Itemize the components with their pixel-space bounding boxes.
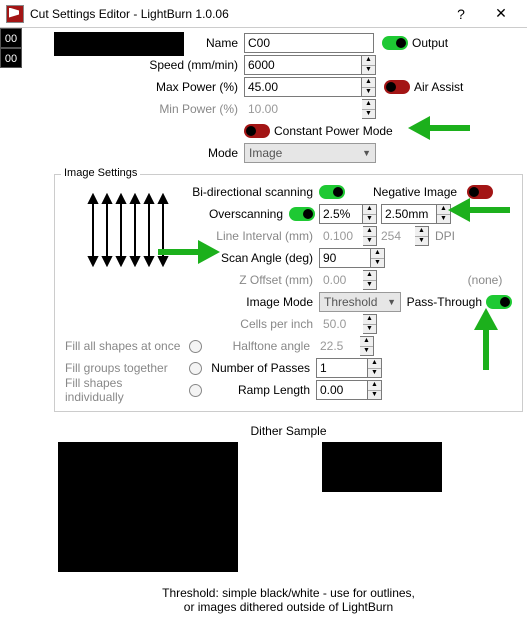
cpi-value: 50.0 <box>319 317 363 331</box>
fillshapes-label: Fill shapes individually <box>59 376 189 404</box>
dither-sample <box>54 442 523 582</box>
speed-spinner[interactable]: ▲▼ <box>362 55 376 75</box>
ramp-spinner[interactable]: ▲▼ <box>368 380 382 400</box>
negimg-label: Negative Image <box>373 185 463 199</box>
scan-direction-icon <box>87 193 177 267</box>
overscan-mm-input[interactable] <box>381 204 437 224</box>
scanangle-label: Scan Angle (deg) <box>189 251 319 265</box>
output-label: Output <box>412 36 448 50</box>
passes-spinner[interactable]: ▲▼ <box>368 358 382 378</box>
cpi-spinner: ▲▼ <box>363 314 377 334</box>
fillshapes-radio[interactable] <box>189 384 202 397</box>
passes-label: Number of Passes <box>202 361 316 375</box>
maxpower-label: Max Power (%) <box>144 80 244 94</box>
chevron-down-icon: ▼ <box>387 297 396 307</box>
speed-label: Speed (mm/min) <box>144 58 244 72</box>
minpower-label: Min Power (%) <box>144 102 244 116</box>
none-label: (none) <box>458 273 518 287</box>
layer-swatch[interactable]: 00 <box>0 48 22 68</box>
maxpower-spinner[interactable]: ▲▼ <box>362 77 376 97</box>
passthrough-toggle[interactable] <box>486 295 512 309</box>
fillall-label: Fill all shapes at once <box>59 339 189 353</box>
passthrough-label: Pass-Through <box>407 295 482 309</box>
help-button[interactable]: ? <box>441 6 481 22</box>
footer-line2: or images dithered outside of LightBurn <box>54 600 523 614</box>
minpower-value: 10.00 <box>244 102 362 116</box>
image-settings-legend: Image Settings <box>61 167 140 179</box>
passes-input[interactable] <box>316 358 368 378</box>
airassist-toggle[interactable] <box>384 80 410 94</box>
fillgroups-radio[interactable] <box>189 362 202 375</box>
zoffset-value: 0.00 <box>319 273 363 287</box>
dpi-spinner: ▲▼ <box>415 226 429 246</box>
scanangle-spinner[interactable]: ▲▼ <box>371 248 385 268</box>
ramp-input[interactable] <box>316 380 368 400</box>
close-button[interactable]: ✕ <box>481 5 521 22</box>
dither-title: Dither Sample <box>54 424 523 438</box>
zoffset-label: Z Offset (mm) <box>189 273 319 287</box>
name-input[interactable] <box>244 33 374 53</box>
overscan-mm-spinner[interactable]: ▲▼ <box>437 204 451 224</box>
lineint-spinner: ▲▼ <box>363 226 377 246</box>
name-label: Name <box>184 36 244 50</box>
halftone-spinner: ▲▼ <box>360 336 374 356</box>
dpi-value: 254 <box>381 229 415 243</box>
constant-power-label: Constant Power Mode <box>274 124 393 138</box>
imagemode-combo[interactable]: Threshold▼ <box>319 292 401 312</box>
ramp-label: Ramp Length <box>202 383 316 397</box>
lineint-value: 0.100 <box>319 229 363 243</box>
negimg-toggle[interactable] <box>467 185 493 199</box>
dpi-label: DPI <box>435 229 461 243</box>
constant-power-toggle[interactable] <box>244 124 270 138</box>
overscan-toggle[interactable] <box>289 207 315 221</box>
cpi-label: Cells per inch <box>189 317 319 331</box>
overscan-pct-input[interactable] <box>319 204 363 224</box>
chevron-down-icon: ▼ <box>362 148 371 158</box>
imagemode-label: Image Mode <box>189 295 319 309</box>
lineint-label: Line Interval (mm) <box>189 229 319 243</box>
output-toggle[interactable] <box>382 36 408 50</box>
zoffset-spinner: ▲▼ <box>363 270 377 290</box>
footer-line1: Threshold: simple black/white - use for … <box>54 586 523 600</box>
overscan-pct-spinner[interactable]: ▲▼ <box>363 204 377 224</box>
layer-swatch[interactable]: 00 <box>0 28 22 48</box>
scanangle-input[interactable] <box>319 248 371 268</box>
mode-label: Mode <box>184 146 244 160</box>
speed-input[interactable] <box>244 55 362 75</box>
halftone-label: Halftone angle <box>202 339 316 353</box>
maxpower-input[interactable] <box>244 77 362 97</box>
halftone-value: 22.5 <box>316 339 360 353</box>
bidir-toggle[interactable] <box>319 185 345 199</box>
fillgroups-label: Fill groups together <box>59 361 189 375</box>
airassist-label: Air Assist <box>414 80 463 94</box>
overscan-label: Overscanning <box>189 207 289 221</box>
window-title: Cut Settings Editor - LightBurn 1.0.06 <box>30 7 441 21</box>
minpower-spinner: ▲▼ <box>362 99 376 119</box>
fillall-radio[interactable] <box>189 340 202 353</box>
app-icon <box>6 5 24 23</box>
bidir-label: Bi-directional scanning <box>189 185 319 199</box>
mode-combo[interactable]: Image▼ <box>244 143 376 163</box>
